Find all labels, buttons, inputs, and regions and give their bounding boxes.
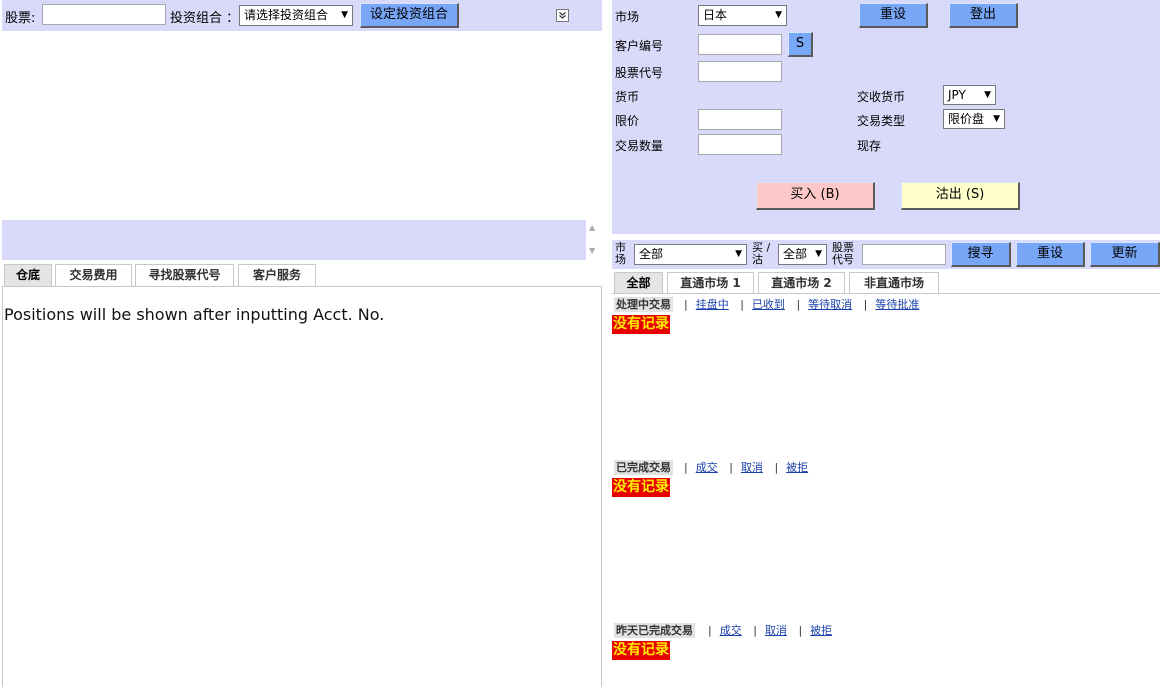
client-search-button[interactable]: S	[788, 32, 813, 57]
separator: |	[684, 461, 688, 474]
tab-market-non-direct[interactable]: 非直通市场	[849, 272, 939, 294]
scroll-down-icon[interactable]: ▼	[589, 246, 595, 255]
filter-side-label: 买 / 沽	[752, 242, 770, 266]
positions-message: Positions will be shown after inputting …	[4, 305, 385, 324]
filter-market-value: 全部	[639, 247, 664, 261]
link-queuing[interactable]: 挂盘中	[696, 298, 729, 311]
filter-code-input[interactable]	[862, 244, 946, 265]
filter-side-select[interactable]: 全部 ▼	[778, 244, 827, 265]
no-record-badge: 没有记录	[612, 478, 670, 497]
logout-button[interactable]: 登出	[949, 3, 1018, 28]
link-yesterday-rejected[interactable]: 被拒	[810, 624, 832, 637]
link-received[interactable]: 已收到	[752, 298, 785, 311]
chevron-down-icon: ▼	[735, 249, 742, 259]
currency-label: 货币	[615, 90, 640, 104]
filter-market-label-line2: 场	[615, 253, 626, 266]
market-tabs-baseline	[612, 293, 1160, 294]
section-completed-links: | 成交 | 取消 | 被拒	[676, 460, 808, 475]
tab-find-stock-code[interactable]: 寻找股票代号	[135, 264, 234, 286]
separator: |	[796, 298, 801, 311]
section-yesterday-links: | 成交 | 取消 | 被拒	[700, 623, 832, 638]
link-pending-cancel[interactable]: 等待取消	[808, 298, 852, 311]
stock-label: 股票:	[5, 11, 36, 26]
separator: |	[798, 624, 803, 637]
tab-fees[interactable]: 交易费用	[55, 264, 132, 286]
order-type-select[interactable]: 限价盘 ▼	[943, 109, 1005, 129]
link-yesterday-executed[interactable]: 成交	[720, 624, 742, 637]
no-record-badge: 没有记录	[612, 315, 670, 334]
chevron-down-icon: ▼	[984, 90, 991, 100]
chevron-down-icon: ▼	[815, 249, 822, 259]
settle-currency-label: 交收货币	[857, 90, 906, 104]
limit-price-input[interactable]	[698, 109, 782, 130]
client-no-label: 客户编号	[615, 39, 664, 53]
separator: |	[774, 461, 779, 474]
filter-side-value: 全部	[783, 247, 808, 261]
link-yesterday-cancelled[interactable]: 取消	[765, 624, 787, 637]
separator: |	[740, 298, 744, 311]
filter-market-select[interactable]: 全部 ▼	[634, 244, 747, 265]
link-cancelled[interactable]: 取消	[741, 461, 763, 474]
positions-panel	[2, 286, 602, 687]
chevron-down-icon: ▼	[775, 10, 782, 20]
market-select-value: 日本	[703, 8, 728, 22]
no-record-badge: 没有记录	[612, 641, 670, 660]
order-type-label: 交易类型	[857, 114, 906, 128]
stock-input[interactable]	[42, 4, 166, 25]
section-processing-links: | 挂盘中 | 已收到 | 等待取消 | 等待批准	[676, 297, 919, 312]
section-yesterday-title: 昨天已完成交易	[614, 623, 695, 638]
info-bar	[2, 220, 586, 260]
sell-button[interactable]: 沽出 (S)	[901, 182, 1020, 210]
search-button[interactable]: 搜寻	[951, 242, 1011, 267]
limit-price-label: 限价	[615, 114, 640, 128]
tab-customer-service[interactable]: 客户服务	[238, 264, 316, 286]
market-select[interactable]: 日本 ▼	[698, 5, 787, 26]
portfolio-select-value: 请选择投资组合	[244, 8, 329, 22]
separator: |	[684, 298, 688, 311]
stock-code-input[interactable]	[698, 61, 782, 82]
quantity-input[interactable]	[698, 134, 782, 155]
filter-reset-button[interactable]: 重设	[1016, 242, 1085, 267]
scroll-up-icon[interactable]: ▲	[589, 223, 595, 232]
set-portfolio-button[interactable]: 设定投资组合	[360, 3, 459, 28]
chevron-down-icon: ▼	[341, 10, 348, 20]
stock-code-label: 股票代号	[615, 66, 664, 80]
scrollbar[interactable]: ▲ ▼	[586, 220, 602, 260]
filter-code-label: 股票 代号	[832, 242, 854, 266]
market-label: 市场	[615, 10, 640, 24]
quantity-label: 交易数量	[615, 139, 664, 153]
portfolio-label: 投资组合 ：	[170, 11, 240, 26]
separator: |	[753, 624, 757, 637]
chevron-down-icon: ▼	[993, 114, 1000, 124]
separator: |	[708, 624, 712, 637]
filter-market-label: 市 场	[615, 242, 626, 266]
buy-button[interactable]: 买入 (B)	[756, 182, 875, 210]
filter-side-label-line2: 沽	[752, 253, 763, 266]
section-processing-title: 处理中交易	[614, 297, 673, 312]
tab-market-direct-2[interactable]: 直通市场 2	[758, 272, 845, 294]
refresh-button[interactable]: 更新	[1090, 242, 1160, 267]
link-executed[interactable]: 成交	[696, 461, 718, 474]
separator: |	[729, 461, 733, 474]
order-type-value: 限价盘	[948, 112, 985, 126]
client-no-input[interactable]	[698, 34, 782, 55]
separator: |	[863, 298, 868, 311]
collapse-icon[interactable]	[556, 9, 569, 22]
portfolio-select[interactable]: 请选择投资组合 ▼	[239, 5, 353, 26]
settle-currency-value: JPY	[948, 88, 966, 102]
reset-button[interactable]: 重设	[859, 3, 928, 28]
link-rejected[interactable]: 被拒	[786, 461, 808, 474]
settle-currency-select[interactable]: JPY ▼	[943, 85, 996, 105]
tab-positions[interactable]: 仓底	[4, 264, 52, 286]
link-pending-approval[interactable]: 等待批准	[875, 298, 919, 311]
section-completed-title: 已完成交易	[614, 460, 673, 475]
on-hand-label: 现存	[857, 139, 882, 153]
tab-market-all[interactable]: 全部	[614, 272, 663, 294]
filter-code-label-line2: 代号	[832, 253, 854, 266]
tab-market-direct-1[interactable]: 直通市场 1	[667, 272, 754, 294]
